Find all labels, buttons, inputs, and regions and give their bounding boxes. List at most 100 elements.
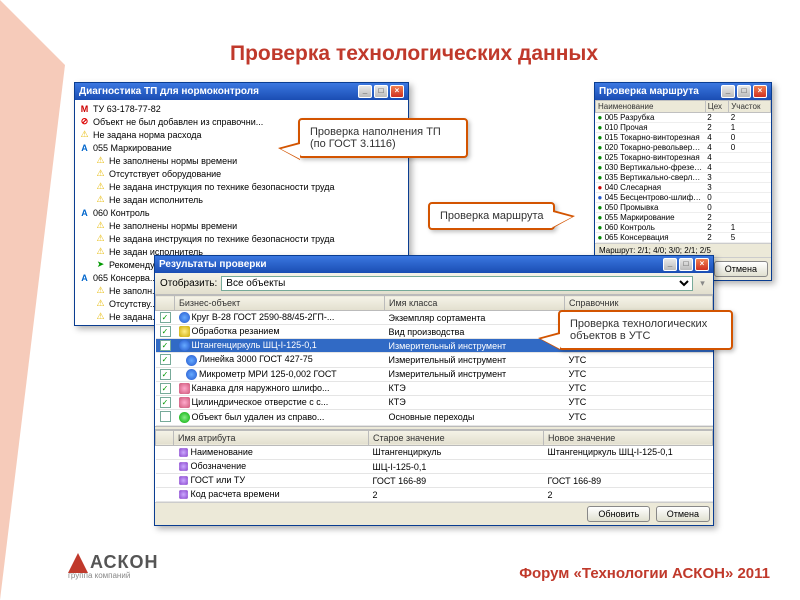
- attr-icon: [179, 490, 188, 499]
- route-row[interactable]: ● 020 Токарно-револьверная40: [596, 143, 771, 153]
- diagnostics-titlebar[interactable]: Диагностика ТП для нормоконтроля _ □ ×: [75, 83, 408, 100]
- object-icon: [186, 369, 197, 380]
- checkbox[interactable]: ✓: [160, 354, 171, 365]
- cancel-button[interactable]: Отмена: [656, 506, 710, 522]
- route-row[interactable]: ● 030 Вертикально-фрезерная4: [596, 163, 771, 173]
- diag-text: Отсутству...: [109, 299, 157, 309]
- warn-icon: ⚠: [95, 298, 106, 309]
- route-header[interactable]: Наименование: [596, 101, 706, 113]
- object-row[interactable]: ✓ Линейка 3000 ГОСТ 427-75Измерительный …: [156, 353, 713, 367]
- close-button[interactable]: ×: [753, 85, 767, 98]
- route-row[interactable]: ● 015 Токарно-винторезная40: [596, 133, 771, 143]
- filter-label: Отобразить:: [160, 278, 217, 289]
- route-row[interactable]: ● 045 Бесцентрово-шлифовальная0: [596, 193, 771, 203]
- update-button[interactable]: Обновить: [587, 506, 650, 522]
- route-row[interactable]: ● 055 Маркирование2: [596, 213, 771, 223]
- grid-header[interactable]: Бизнес-объект: [175, 296, 385, 311]
- object-icon: [179, 397, 190, 408]
- attr-row[interactable]: НаименованиеШтангенциркульШтангенциркуль…: [156, 445, 713, 459]
- object-icon: [186, 355, 197, 366]
- warn-icon: ⚠: [95, 155, 106, 166]
- grid-header[interactable]: Старое значение: [369, 430, 544, 445]
- diag-text: Не задана инструкция по технике безопасн…: [109, 234, 335, 244]
- diag-root-label: ТУ 63-178-77-82: [93, 104, 161, 114]
- callout-uts: Проверка технологических объектов в УТС: [558, 310, 733, 350]
- object-icon: [179, 312, 190, 323]
- attr-row[interactable]: Код расчета времени22: [156, 488, 713, 502]
- route-row[interactable]: ● 025 Токарно-винторезная4: [596, 153, 771, 163]
- results-window: Результаты проверки _ □ × Отобразить: Вс…: [154, 255, 714, 526]
- warn-icon: ⚠: [95, 285, 106, 296]
- attr-icon: [179, 462, 188, 471]
- diag-item[interactable]: ⚠Не задана инструкция по технике безопас…: [79, 180, 404, 193]
- diag-item[interactable]: ⚠Не задан исполнитель: [79, 193, 404, 206]
- route-row[interactable]: ● 005 Разрубка22: [596, 113, 771, 123]
- attr-icon: [179, 448, 188, 457]
- a-icon: A: [79, 142, 90, 153]
- results-titlebar[interactable]: Результаты проверки _ □ ×: [155, 256, 713, 273]
- checkbox[interactable]: ✓: [160, 369, 171, 380]
- maximize-button[interactable]: □: [737, 85, 751, 98]
- decorative-triangle: [0, 0, 65, 600]
- close-button[interactable]: ×: [390, 85, 404, 98]
- route-header[interactable]: Участок: [729, 101, 771, 113]
- warn-icon: ⚠: [95, 168, 106, 179]
- route-row[interactable]: ● 040 Слесарная3: [596, 183, 771, 193]
- logo: АСКОН группа компаний: [68, 552, 159, 580]
- logo-text: АСКОН: [90, 552, 159, 572]
- attr-row[interactable]: ОбозначениеШЦ-I-125-0,1: [156, 460, 713, 474]
- warn-icon: ⚠: [95, 220, 106, 231]
- grid-header[interactable]: Имя атрибута: [174, 430, 369, 445]
- object-row[interactable]: ✓ Микрометр МРИ 125-0,002 ГОСТИзмеритель…: [156, 367, 713, 381]
- grid-header[interactable]: Справочник: [565, 296, 713, 311]
- route-row[interactable]: ● 060 Контроль21: [596, 223, 771, 233]
- diag-text: 065 Консерва...: [93, 273, 157, 283]
- checkbox[interactable]: [160, 411, 171, 422]
- route-row[interactable]: ● 065 Консервация25: [596, 233, 771, 243]
- diag-item[interactable]: ⚠Не задана инструкция по технике безопас…: [79, 232, 404, 245]
- route-table[interactable]: НаименованиеЦехУчасток ● 005 Разрубка22●…: [595, 100, 771, 243]
- diag-text: Не задана норма расхода: [93, 130, 202, 140]
- diag-item[interactable]: ⚠Отсутствует оборудование: [79, 167, 404, 180]
- filter-select[interactable]: Все объекты: [221, 276, 693, 291]
- minimize-button[interactable]: _: [358, 85, 372, 98]
- route-titlebar[interactable]: Проверка маршрута _ □ ×: [595, 83, 771, 100]
- err-icon: ⊘: [79, 116, 90, 127]
- warn-icon: ⚠: [95, 194, 106, 205]
- route-header[interactable]: Цех: [705, 101, 728, 113]
- grid-header[interactable]: Имя класса: [385, 296, 565, 311]
- checkbox[interactable]: ✓: [160, 340, 171, 351]
- diag-text: 055 Маркирование: [93, 143, 172, 153]
- checkbox[interactable]: ✓: [160, 383, 171, 394]
- checkbox[interactable]: ✓: [160, 326, 171, 337]
- close-button[interactable]: ×: [695, 258, 709, 271]
- diag-item[interactable]: A060 Контроль: [79, 206, 404, 219]
- diag-text: 060 Контроль: [93, 208, 150, 218]
- route-title: Проверка маршрута: [599, 86, 699, 97]
- collapse-icon[interactable]: ▾: [697, 278, 708, 289]
- attributes-grid[interactable]: Имя атрибутаСтарое значениеНовое значени…: [155, 430, 713, 503]
- checkbox[interactable]: ✓: [160, 312, 171, 323]
- object-row[interactable]: Объект был удален из справо...Основные п…: [156, 409, 713, 425]
- route-row[interactable]: ● 035 Вертикально-сверлильная3: [596, 173, 771, 183]
- maximize-button[interactable]: □: [374, 85, 388, 98]
- object-row[interactable]: ✓Канавка для наружного шлифо...КТЭУТС: [156, 381, 713, 395]
- diagnostics-title: Диагностика ТП для нормоконтроля: [79, 86, 259, 97]
- object-icon: [179, 383, 190, 394]
- minimize-button[interactable]: _: [663, 258, 677, 271]
- grid-header[interactable]: Новое значение: [544, 430, 713, 445]
- footer-title: Форум «Технологии АСКОН» 2011: [519, 565, 770, 582]
- grid-header[interactable]: [156, 430, 174, 445]
- route-row[interactable]: ● 010 Прочая21: [596, 123, 771, 133]
- object-row[interactable]: ✓Цилиндрическое отверстие с с...КТЭУТС: [156, 395, 713, 409]
- logo-mark: [68, 553, 88, 573]
- grid-header[interactable]: [156, 296, 175, 311]
- maximize-button[interactable]: □: [679, 258, 693, 271]
- minimize-button[interactable]: _: [721, 85, 735, 98]
- cancel-button[interactable]: Отмена: [714, 261, 768, 277]
- diag-root[interactable]: M ТУ 63-178-77-82: [79, 102, 404, 115]
- diag-item[interactable]: ⚠Не заполнены нормы времени: [79, 219, 404, 232]
- attr-row[interactable]: ГОСТ или ТУГОСТ 166-89ГОСТ 166-89: [156, 474, 713, 488]
- route-row[interactable]: ● 050 Промывка0: [596, 203, 771, 213]
- checkbox[interactable]: ✓: [160, 397, 171, 408]
